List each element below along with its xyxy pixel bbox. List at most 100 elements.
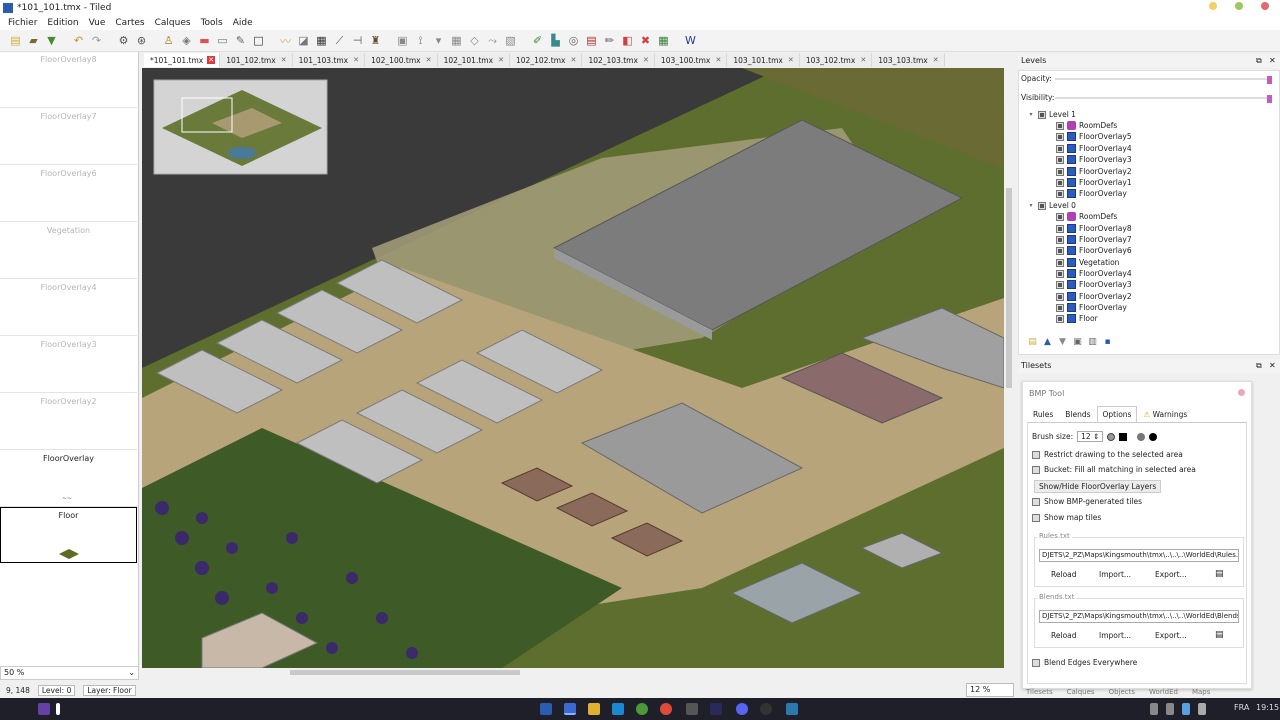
move-down-icon[interactable]: ▼ (1057, 337, 1068, 348)
level-visibility-checkbox[interactable] (1038, 110, 1046, 119)
bucket-fill-icon[interactable]: ◈ (179, 33, 194, 48)
tab-close-icon[interactable]: ✕ (787, 56, 795, 64)
tab-close-icon[interactable]: ✕ (932, 56, 940, 64)
bmp-pencil-icon[interactable]: ✏ (602, 33, 617, 48)
show-bmp-checkbox[interactable] (1032, 497, 1040, 506)
layer-checkbox[interactable] (1056, 121, 1064, 130)
greenshot-icon[interactable] (636, 703, 648, 715)
expand-arrow-icon[interactable]: ▾ (1027, 111, 1035, 118)
tab-close-icon[interactable]: ✕ (642, 56, 650, 64)
layer-checkbox[interactable] (1056, 246, 1064, 255)
bmp-stop-icon[interactable]: ✖ (638, 33, 653, 48)
visibility-knob[interactable] (1267, 95, 1272, 103)
tree-layer[interactable]: FloorOverlay1 (1056, 177, 1132, 188)
layer-thumb-flooroverlay7[interactable]: FloorOverlay7 (0, 109, 137, 165)
scroll-thumb[interactable] (290, 670, 520, 675)
undo-icon[interactable]: ↶ (71, 33, 86, 48)
layer-checkbox[interactable] (1056, 303, 1064, 312)
bucket-option[interactable]: Bucket: Fill all matching in selected ar… (1032, 465, 1196, 474)
layer-checkbox[interactable] (1056, 189, 1064, 198)
layer-tool-icon[interactable]: ◪ (296, 33, 311, 48)
blends-export-button[interactable]: Export... (1151, 630, 1191, 641)
layer-checkbox[interactable] (1056, 235, 1064, 244)
restrict-option[interactable]: Restrict drawing to the selected area (1032, 450, 1183, 459)
tab-options[interactable]: Options (1096, 406, 1138, 423)
wall-tool-icon[interactable]: ▦ (314, 33, 329, 48)
show-bmp-option[interactable]: Show BMP-generated tiles (1032, 497, 1142, 506)
layer-checkbox[interactable] (1056, 224, 1064, 233)
minimize-icon[interactable] (1209, 2, 1217, 10)
github-icon[interactable] (686, 703, 698, 715)
tab-close-icon[interactable]: ✕ (425, 56, 433, 64)
tab-close-icon[interactable]: ✕ (207, 56, 216, 64)
insert-object-icon[interactable]: ▾ (431, 33, 446, 48)
eraser-icon[interactable]: ▬ (197, 33, 212, 48)
tab-close-icon[interactable]: ✕ (569, 56, 577, 64)
worlded-icon[interactable]: W (683, 33, 698, 48)
layer-checkbox[interactable] (1056, 167, 1064, 176)
tree-layer[interactable]: FloorOverlay4 (1056, 143, 1132, 154)
menu-vue[interactable]: Vue (84, 18, 111, 28)
tab-103-100[interactable]: 103_100.tmx ✕ (654, 53, 728, 67)
brush-mode-icon[interactable] (1137, 432, 1146, 441)
dock-close-icon[interactable]: ✕ (1269, 54, 1276, 68)
blends-path-field[interactable]: DJETS\2_PZ\Maps\Kingsmouth\tmx\..\..\..\… (1039, 610, 1239, 623)
object-select-icon[interactable]: ▣ (395, 33, 410, 48)
show-hide-flooroverlay-button[interactable]: Show/Hide FloorOverlay Layers (1034, 480, 1162, 493)
blends-reload-button[interactable]: Reload (1047, 630, 1081, 641)
rules-reload-button[interactable]: Reload (1047, 569, 1081, 580)
map-vertical-scrollbar[interactable] (1004, 68, 1014, 668)
command-icon[interactable]: ⊛ (134, 33, 149, 48)
show-map-option[interactable]: Show map tiles (1032, 513, 1101, 522)
layer-checkbox[interactable] (1056, 292, 1064, 301)
tree-layer[interactable]: FloorOverlay3 (1056, 154, 1132, 165)
bmp-select-icon[interactable]: ◎ (566, 33, 581, 48)
keyboard-language[interactable]: FRA (1234, 703, 1249, 712)
rect-select-icon[interactable]: ▭ (215, 33, 230, 48)
tab-warnings[interactable]: ⚠ Warnings (1137, 406, 1193, 423)
tab-101-102[interactable]: 101_102.tmx ✕ (220, 53, 293, 67)
bmp-grid-icon[interactable]: ▦ (656, 33, 671, 48)
layer-checkbox[interactable] (1056, 155, 1064, 164)
layer-thumb-flooroverlay6[interactable]: FloorOverlay6 (0, 166, 137, 222)
insert-tile-icon[interactable]: ⤳ (485, 33, 500, 48)
layer-thumb-flooroverlay8[interactable]: FloorOverlay8 (0, 52, 137, 108)
layer-checkbox[interactable] (1056, 212, 1064, 221)
map-horizontal-scrollbar[interactable] (142, 668, 1004, 677)
level-select[interactable]: Level: 0 (37, 685, 76, 696)
restrict-checkbox[interactable] (1032, 450, 1040, 459)
tree-layer[interactable]: FloorOverlay4 (1056, 268, 1132, 279)
dock-float-icon[interactable]: ⧉ (1256, 54, 1262, 68)
new-layer-icon[interactable]: ▤ (1027, 337, 1038, 348)
tab-102-101[interactable]: 102_101.tmx ✕ (437, 53, 511, 67)
layer-checkbox[interactable] (1056, 144, 1064, 153)
layer-select[interactable]: Layer: Floor (83, 685, 136, 696)
maximize-icon[interactable] (1235, 2, 1243, 10)
edge-tool-icon[interactable]: ⊣ (350, 33, 365, 48)
blends-trash-icon[interactable]: ▤ (1211, 629, 1228, 641)
layer-thumb-flooroverlay3[interactable]: FloorOverlay3 (0, 337, 137, 393)
bucket-checkbox[interactable] (1032, 465, 1040, 474)
app-icon[interactable] (56, 703, 60, 715)
opacity-knob[interactable] (1267, 76, 1272, 84)
clock[interactable]: 19:15 (1256, 703, 1279, 712)
tab-close-icon[interactable]: ✕ (859, 56, 867, 64)
insert-polygon-icon[interactable]: ▦ (449, 33, 464, 48)
menu-cartes[interactable]: Cartes (110, 18, 149, 28)
tree-layer[interactable]: FloorOverlay (1056, 188, 1127, 199)
layer-thumb-floor[interactable]: Floor (0, 507, 137, 563)
level-visibility-checkbox[interactable] (1038, 201, 1046, 210)
layer-thumb-flooroverlay4[interactable]: FloorOverlay4 (0, 280, 137, 336)
tree-layer[interactable]: Floor (1056, 313, 1098, 324)
tree-level-1[interactable]: ▾ Level 1 (1027, 109, 1075, 120)
bmp-eraser-icon[interactable]: ◧ (620, 33, 635, 48)
tiled-taskbar-icon[interactable] (564, 703, 576, 715)
twitch-icon[interactable] (38, 703, 50, 715)
grid-select-icon[interactable]: ▧ (503, 33, 518, 48)
tab-objects[interactable]: Objects (1109, 688, 1135, 698)
path-tool-icon[interactable]: 〰 (278, 33, 293, 48)
pick-tile-icon[interactable]: ✎ (233, 33, 248, 48)
tree-level-0[interactable]: ▾ Level 0 (1027, 200, 1075, 211)
tab-102-103[interactable]: 102_103.tmx ✕ (582, 53, 655, 67)
layer-thumb-vegetation[interactable]: Vegetation (0, 223, 137, 279)
